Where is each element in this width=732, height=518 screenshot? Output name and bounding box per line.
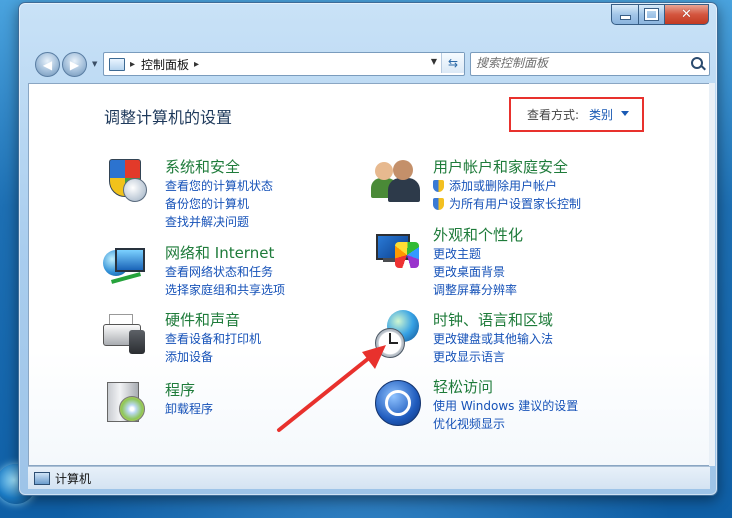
status-bar: 计算机 bbox=[28, 466, 710, 489]
navigation-bar: ◀ ▶ ▼ ▸ 控制面板 ▸ ▼ ⇆ bbox=[19, 49, 717, 79]
address-dropdown-icon[interactable]: ▼ bbox=[431, 57, 437, 66]
search-input[interactable] bbox=[476, 54, 676, 72]
forward-button[interactable]: ▶ bbox=[62, 52, 87, 77]
control-panel-window: ✕ ◀ ▶ ▼ ▸ 控制面板 ▸ ▼ ⇆ 调整计算机的设置 查看方式: 类别 系… bbox=[18, 2, 718, 496]
breadcrumb-separator-icon[interactable]: ▸ bbox=[194, 59, 199, 70]
refresh-button[interactable]: ⇆ bbox=[441, 53, 464, 73]
maximize-icon bbox=[644, 8, 659, 21]
minimize-icon bbox=[619, 15, 631, 20]
control-panel-icon bbox=[109, 57, 125, 71]
forward-arrow-icon: ▶ bbox=[69, 57, 80, 72]
vertical-scrollbar[interactable] bbox=[709, 83, 715, 466]
address-bar[interactable]: ▸ 控制面板 ▸ ▼ ⇆ bbox=[103, 52, 465, 76]
breadcrumb-separator-icon[interactable]: ▸ bbox=[130, 59, 135, 70]
maximize-button[interactable] bbox=[639, 4, 665, 25]
back-arrow-icon: ◀ bbox=[42, 57, 53, 72]
recent-pages-dropdown[interactable]: ▼ bbox=[92, 60, 97, 68]
computer-icon bbox=[34, 471, 50, 485]
main-content: 调整计算机的设置 查看方式: 类别 系统和安全 查看您的计算机状态 备份您的计算… bbox=[28, 83, 710, 466]
title-buttons: ✕ bbox=[611, 4, 709, 25]
close-icon: ✕ bbox=[681, 7, 692, 22]
close-button[interactable]: ✕ bbox=[665, 4, 709, 25]
status-text: 计算机 bbox=[55, 471, 92, 486]
back-button[interactable]: ◀ bbox=[35, 52, 60, 77]
annotation-arrow-icon bbox=[277, 345, 386, 432]
breadcrumb-control-panel[interactable]: 控制面板 bbox=[141, 56, 189, 73]
search-box[interactable] bbox=[470, 52, 710, 76]
minimize-button[interactable] bbox=[611, 4, 639, 25]
search-icon[interactable] bbox=[691, 57, 703, 69]
refresh-icon: ⇆ bbox=[447, 56, 459, 70]
